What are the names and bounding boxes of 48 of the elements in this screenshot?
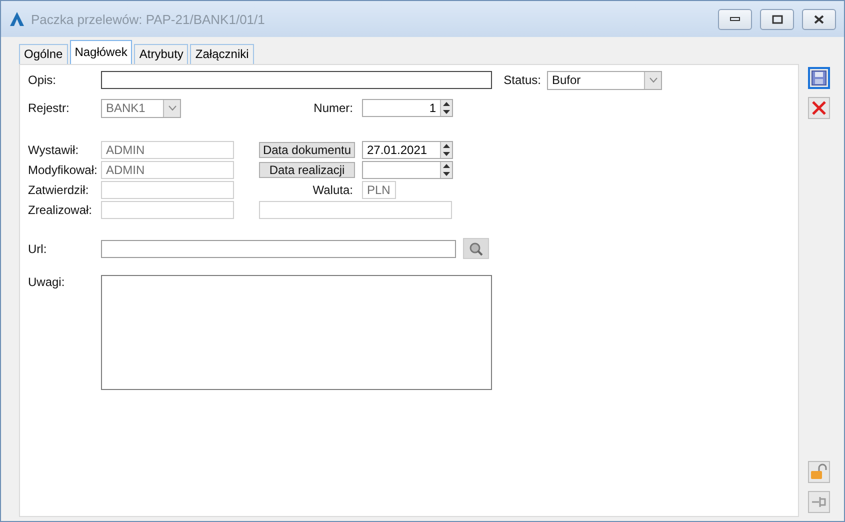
field-label: Rejestr: xyxy=(28,101,70,115)
tab[interactable]: Ogólne xyxy=(19,44,68,64)
chevron-down-icon xyxy=(648,77,658,83)
down-arrow-icon[interactable] xyxy=(443,152,450,156)
close-icon xyxy=(811,100,827,116)
input-field[interactable] xyxy=(101,71,492,89)
minimize-icon xyxy=(730,17,740,21)
save-icon xyxy=(811,70,827,86)
field-label: Numer: xyxy=(312,101,353,115)
minimize-button[interactable] xyxy=(718,8,752,30)
input-field[interactable] xyxy=(101,240,456,258)
pin-icon xyxy=(811,495,827,509)
field-label: Status: xyxy=(502,73,541,87)
field-label: Opis: xyxy=(28,73,58,87)
tab[interactable]: Załączniki xyxy=(190,44,254,64)
down-arrow-icon[interactable] xyxy=(443,172,450,176)
up-arrow-icon[interactable] xyxy=(443,164,450,168)
field-label: Zatwierdził: xyxy=(28,183,90,197)
search-icon xyxy=(469,242,483,256)
maximize-button[interactable] xyxy=(760,8,794,30)
up-arrow-icon[interactable] xyxy=(443,102,450,106)
field-label: Uwagi: xyxy=(28,275,66,289)
field-label: Modyfikował: xyxy=(28,163,98,177)
field-label: Url: xyxy=(28,242,48,256)
date-spinner[interactable]: 27.01.2021 xyxy=(362,141,453,159)
field-label: Waluta: xyxy=(312,183,353,197)
field-label: Zrealizował: xyxy=(28,203,94,217)
close-icon xyxy=(814,14,824,24)
number-spinner[interactable]: 1 xyxy=(362,99,453,117)
down-arrow-icon[interactable] xyxy=(443,110,450,114)
status-dropdown[interactable]: Bufor xyxy=(547,70,662,90)
tab[interactable]: Nagłówek xyxy=(70,40,132,64)
padlock-icon xyxy=(810,463,828,481)
unlock-button[interactable] xyxy=(808,461,830,483)
up-arrow-icon[interactable] xyxy=(443,144,450,148)
maximize-icon xyxy=(772,14,782,24)
date-button[interactable]: Data dokumentu xyxy=(259,142,355,158)
delete-button[interactable] xyxy=(808,97,830,119)
chevron-down-icon xyxy=(168,105,176,111)
notes-field[interactable] xyxy=(101,275,492,390)
app-logo-icon xyxy=(9,11,25,27)
field-label: Wystawił: xyxy=(28,143,80,157)
search-button[interactable] xyxy=(463,238,489,259)
date-button[interactable]: Data realizacji xyxy=(259,162,355,178)
tab[interactable]: Atrybuty xyxy=(134,44,188,64)
save-button[interactable] xyxy=(808,67,830,89)
close-button[interactable] xyxy=(802,8,836,30)
window-title: Paczka przelewów: PAP-21/BANK1/01/1 xyxy=(31,12,266,26)
